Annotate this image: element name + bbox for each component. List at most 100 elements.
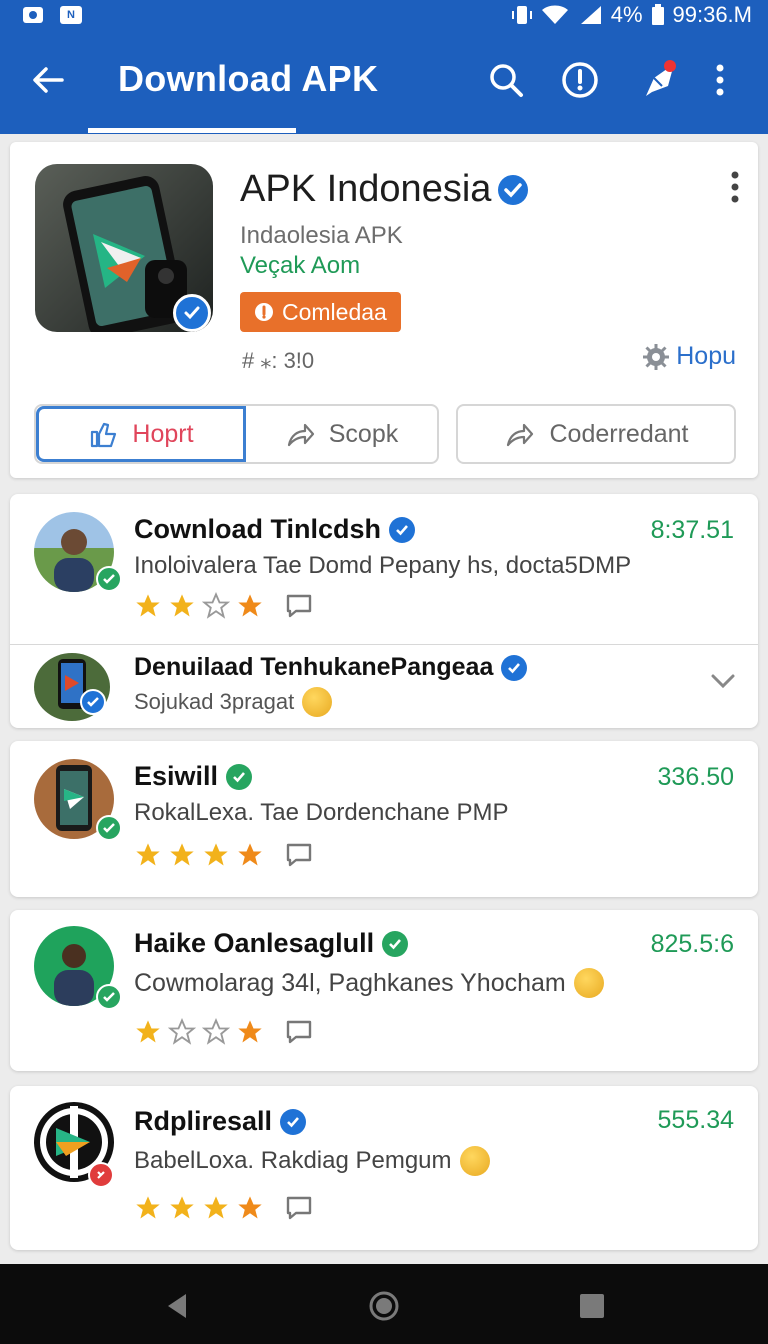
status-bar: N 4% 99:36.M (0, 0, 768, 30)
verified-small-icon (80, 689, 106, 715)
help-link-label: Hopu (676, 342, 736, 370)
star-empty-icon (168, 1018, 196, 1045)
star-filled-icon (170, 594, 194, 617)
item-description-text: Inoloivalera Tae Domd Pepany hs, docta5D… (134, 552, 632, 579)
item-name-text: Rdpliresall (134, 1106, 273, 1136)
item-value: 555.34 (657, 1106, 734, 1134)
verified-icon (226, 763, 253, 790)
share-button-label: Scopk (328, 419, 399, 448)
star-filled-icon (136, 594, 160, 617)
back-arrow-icon[interactable] (28, 60, 68, 100)
comment-icon[interactable] (284, 1018, 314, 1046)
card-more-icon[interactable] (730, 170, 740, 204)
app-name-text: APK Indonesia (240, 168, 492, 210)
star-filled-icon (238, 1196, 262, 1219)
share-icon (287, 423, 314, 447)
item-name-text: Denuilaad TenhukanePangeaa (134, 653, 494, 681)
item-description-text: RokalLexa. Tae Dordenchane PMP (134, 799, 509, 826)
star-rating (134, 1194, 314, 1222)
like-button-label: Hoprt (132, 419, 194, 448)
item-description: RokalLexa. Tae Dordenchane PMP (134, 799, 508, 827)
info-icon[interactable] (558, 58, 602, 102)
verified-icon (382, 930, 409, 957)
verified-badge-icon (173, 294, 211, 332)
signal-icon (580, 6, 601, 24)
item-description: Cowmolarag 34l, Paghkanes Yhocham (134, 968, 604, 998)
star-filled-icon (238, 1020, 262, 1043)
list-item[interactable]: Cownload Tinlcdsh 8:37.51 Inoloivalera T… (10, 494, 758, 644)
item-description-text: BabelLoxa. Rakdiag Pemgum (134, 1147, 452, 1174)
thumbs-up-icon (91, 422, 117, 448)
item-description: Inoloivalera Tae Domd Pepany hs, docta5D… (134, 552, 631, 580)
forward-button-label: Coderredant (549, 419, 689, 448)
star-empty-icon (202, 592, 230, 619)
battery-percent: 4% (610, 2, 643, 27)
rocket-icon[interactable] (636, 58, 680, 102)
star-filled-icon (170, 843, 194, 866)
comment-icon[interactable] (284, 1194, 314, 1222)
item-description-text: Cowmolarag 34l, Paghkanes Yhocham (134, 968, 566, 997)
share-button[interactable]: Scopk (246, 406, 437, 462)
item-value: 825.5:6 (650, 930, 734, 958)
like-button[interactable]: Hoprt (36, 406, 246, 462)
tag-icon (255, 303, 273, 321)
app-bar: Download APK (0, 30, 768, 134)
star-filled-icon (238, 843, 262, 866)
item-name: Haike Oanlesaglull (134, 928, 409, 959)
verified-small-icon (96, 984, 122, 1010)
app-detail-card: APK Indonesia Indaolesia APK Veçak Aom C… (10, 142, 758, 478)
list-item[interactable]: Denuilaad TenhukanePangeaa Sojukad 3prag… (10, 645, 758, 728)
item-name: Denuilaad TenhukanePangeaa (134, 653, 528, 682)
list-item[interactable]: Rdpliresall 555.34 BabelLoxa. Rakdiag Pe… (10, 1086, 758, 1250)
star-filled-icon (136, 843, 160, 866)
chevron-down-icon[interactable] (710, 673, 736, 689)
category-tag[interactable]: Comledaa (240, 292, 401, 332)
star-rating (134, 841, 314, 869)
item-name-text: Haike Oanlesaglull (134, 928, 375, 958)
category-tag-label: Comledaa (282, 298, 387, 325)
page-title: Download APK (118, 58, 379, 99)
emoji-icon (573, 968, 604, 998)
list-item[interactable]: Haike Oanlesaglull 825.5:6 Cowmolarag 34… (10, 910, 758, 1071)
app-notification-icon: N (60, 6, 82, 24)
item-name: Rdpliresall (134, 1106, 307, 1137)
star-empty-icon (202, 1018, 230, 1045)
verified-icon (501, 654, 528, 681)
vibrate-icon (511, 6, 532, 24)
search-icon[interactable] (484, 58, 528, 102)
item-description: BabelLoxa. Rakdiag Pemgum (134, 1146, 490, 1176)
nav-recents-icon[interactable] (578, 1292, 606, 1320)
app-subtitle: Indaolesia APK (240, 222, 403, 249)
forward-icon (506, 423, 533, 447)
comment-icon[interactable] (284, 841, 314, 869)
star-filled-icon (136, 1020, 160, 1043)
comment-icon[interactable] (284, 592, 314, 620)
app-icon[interactable] (35, 164, 213, 332)
item-value: 336.50 (657, 763, 734, 791)
item-name-text: Cownload Tinlcdsh (134, 514, 382, 544)
more-vert-icon[interactable] (710, 58, 730, 102)
gear-icon (643, 343, 670, 370)
alert-small-icon (88, 1162, 114, 1188)
notification-icon (23, 7, 43, 23)
item-description: Sojukad 3pragat (134, 687, 333, 717)
list-card: Cownload Tinlcdsh 8:37.51 Inoloivalera T… (10, 494, 758, 728)
verified-small-icon (96, 815, 122, 841)
app-developer[interactable]: Veçak Aom (240, 252, 360, 280)
nav-home-icon[interactable] (368, 1290, 400, 1322)
star-filled-icon (204, 1196, 228, 1219)
system-nav-bar (0, 1264, 768, 1344)
battery-icon (651, 4, 664, 25)
item-value: 8:37.51 (650, 516, 734, 544)
verified-icon (498, 174, 529, 205)
clock: 99:36.M (672, 2, 753, 27)
item-description-text: Sojukad 3pragat (134, 689, 295, 714)
emoji-icon (459, 1146, 490, 1176)
item-name-text: Esiwill (134, 761, 219, 791)
verified-icon (389, 516, 416, 543)
nav-back-icon[interactable] (164, 1292, 190, 1320)
help-link[interactable]: Hopu (642, 342, 736, 371)
forward-button[interactable]: Coderredant (456, 404, 736, 464)
star-filled-icon (136, 1196, 160, 1219)
list-item[interactable]: Esiwill 336.50 RokalLexa. Tae Dordenchan… (10, 741, 758, 897)
